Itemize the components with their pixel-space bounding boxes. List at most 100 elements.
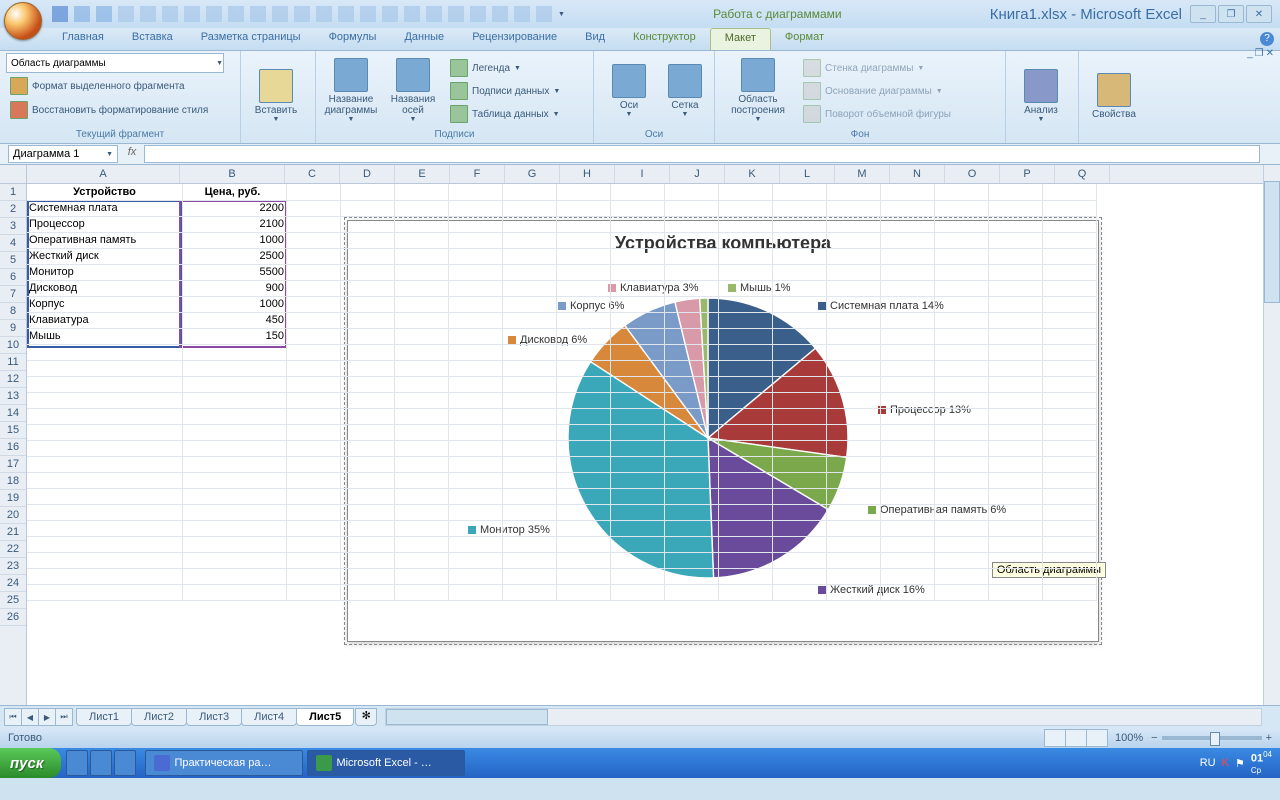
- formula-input[interactable]: [144, 145, 1260, 163]
- cell[interactable]: [877, 200, 935, 217]
- cell[interactable]: [27, 488, 183, 505]
- cell[interactable]: [931, 456, 989, 473]
- cell[interactable]: [985, 344, 1043, 361]
- cell[interactable]: [283, 232, 341, 249]
- cell[interactable]: [1039, 344, 1097, 361]
- cell[interactable]: [337, 584, 395, 601]
- page-layout-view-button[interactable]: [1065, 729, 1087, 747]
- cell[interactable]: [769, 424, 827, 441]
- cell[interactable]: [553, 504, 611, 521]
- cell[interactable]: [661, 568, 719, 585]
- cell[interactable]: [499, 248, 557, 265]
- scroll-thumb[interactable]: [386, 709, 548, 725]
- cell[interactable]: [823, 200, 881, 217]
- cell[interactable]: [499, 200, 557, 217]
- cell[interactable]: 1000: [179, 296, 287, 313]
- cell[interactable]: [445, 216, 503, 233]
- cell[interactable]: 150: [179, 328, 287, 345]
- tab-конструктор[interactable]: Конструктор: [619, 28, 710, 50]
- cell[interactable]: [769, 296, 827, 313]
- cell[interactable]: [769, 504, 827, 521]
- qat-icon[interactable]: [272, 6, 288, 22]
- zoom-slider[interactable]: [1162, 736, 1262, 740]
- cell[interactable]: [391, 456, 449, 473]
- qat-icon[interactable]: [294, 6, 310, 22]
- qat-icon[interactable]: [316, 6, 332, 22]
- qat-icon[interactable]: [536, 6, 552, 22]
- cell[interactable]: [985, 456, 1043, 473]
- cell[interactable]: [715, 440, 773, 457]
- col-header[interactable]: N: [890, 165, 945, 183]
- cell[interactable]: [985, 280, 1043, 297]
- cell[interactable]: [179, 536, 287, 553]
- cell[interactable]: [1039, 440, 1097, 457]
- cell[interactable]: [661, 376, 719, 393]
- vertical-scrollbar[interactable]: [1263, 165, 1280, 705]
- cell[interactable]: [337, 536, 395, 553]
- cell[interactable]: [179, 568, 287, 585]
- cell[interactable]: [553, 456, 611, 473]
- cell[interactable]: [823, 216, 881, 233]
- cell[interactable]: [553, 184, 611, 201]
- cell[interactable]: [607, 552, 665, 569]
- gridlines-button[interactable]: Сетка▼: [662, 57, 708, 125]
- col-header[interactable]: C: [285, 165, 340, 183]
- cell[interactable]: [715, 504, 773, 521]
- cell[interactable]: [499, 552, 557, 569]
- chart-wall-button[interactable]: Стенка диаграммы ▼: [799, 57, 955, 79]
- col-header[interactable]: G: [505, 165, 560, 183]
- cell[interactable]: [769, 488, 827, 505]
- cell[interactable]: Процессор: [27, 216, 183, 233]
- cell[interactable]: [553, 232, 611, 249]
- row-header[interactable]: 7: [0, 286, 26, 303]
- cell[interactable]: [499, 408, 557, 425]
- cell[interactable]: [1039, 472, 1097, 489]
- cell[interactable]: [607, 360, 665, 377]
- cell[interactable]: [337, 216, 395, 233]
- cell[interactable]: [985, 216, 1043, 233]
- cell[interactable]: [607, 584, 665, 601]
- cell[interactable]: [283, 200, 341, 217]
- cell[interactable]: [607, 568, 665, 585]
- cell[interactable]: [27, 536, 183, 553]
- cell[interactable]: [1039, 216, 1097, 233]
- cell[interactable]: [769, 520, 827, 537]
- cell[interactable]: [283, 424, 341, 441]
- cell[interactable]: [1039, 520, 1097, 537]
- cell[interactable]: [661, 488, 719, 505]
- cell[interactable]: [661, 440, 719, 457]
- cell[interactable]: [499, 184, 557, 201]
- cell[interactable]: [445, 472, 503, 489]
- cell[interactable]: [445, 456, 503, 473]
- cell[interactable]: [27, 344, 183, 361]
- cell[interactable]: [931, 392, 989, 409]
- cell[interactable]: [445, 296, 503, 313]
- cell[interactable]: [337, 296, 395, 313]
- cell[interactable]: [661, 536, 719, 553]
- cell[interactable]: [877, 520, 935, 537]
- cell[interactable]: [1039, 392, 1097, 409]
- cell[interactable]: [391, 584, 449, 601]
- cell[interactable]: [283, 456, 341, 473]
- cell[interactable]: [391, 312, 449, 329]
- cell[interactable]: [715, 536, 773, 553]
- cell[interactable]: [499, 424, 557, 441]
- tab-данные[interactable]: Данные: [390, 28, 458, 50]
- qat-icon[interactable]: [426, 6, 442, 22]
- cell[interactable]: [445, 248, 503, 265]
- cell[interactable]: [1039, 360, 1097, 377]
- cell[interactable]: [499, 392, 557, 409]
- tab-вставка[interactable]: Вставка: [118, 28, 187, 50]
- row-header[interactable]: 14: [0, 405, 26, 422]
- cell[interactable]: [769, 568, 827, 585]
- tab-макет[interactable]: Макет: [710, 28, 771, 50]
- cell[interactable]: [715, 344, 773, 361]
- rotate-3d-button[interactable]: Поворот объемной фигуры: [799, 103, 955, 125]
- cell[interactable]: [823, 408, 881, 425]
- worksheet-grid[interactable]: ABCDEFGHIJKLMNOPQ 1234567891011121314151…: [0, 165, 1280, 705]
- cell[interactable]: [553, 376, 611, 393]
- qat-icon[interactable]: [206, 6, 222, 22]
- cell[interactable]: [877, 216, 935, 233]
- last-sheet-button[interactable]: ⏭: [55, 708, 73, 726]
- cell[interactable]: [661, 328, 719, 345]
